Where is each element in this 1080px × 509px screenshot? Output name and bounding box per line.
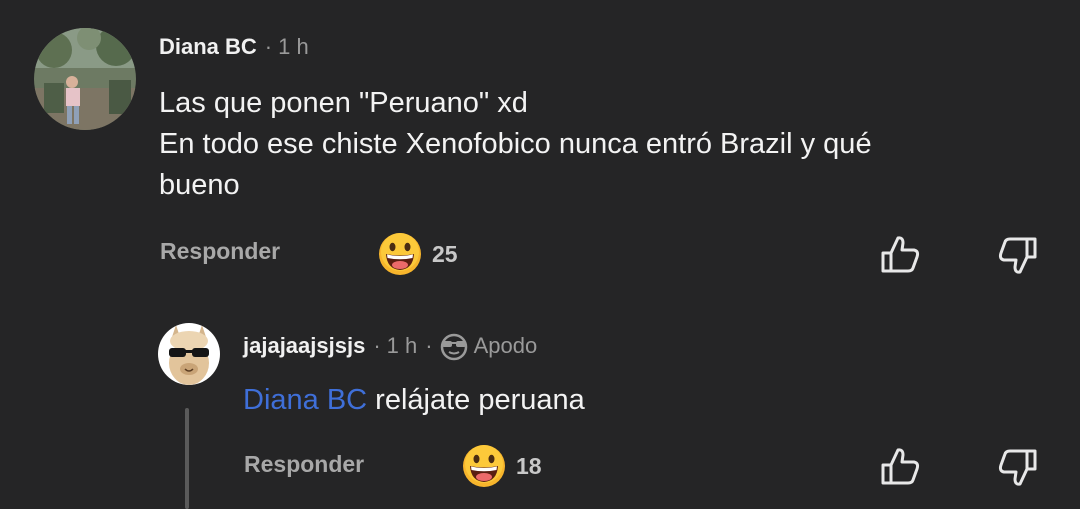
like-button[interactable] [879,445,923,494]
reaction-badge[interactable]: 25 [378,232,458,276]
comment-line: Las que ponen "Peruano" xd [159,87,528,119]
like-button[interactable] [879,233,923,282]
avatar-diana[interactable] [34,28,136,130]
comment-author[interactable]: Diana BC [159,34,257,60]
nickname-badge: Apodo [439,331,538,361]
comment-thread: Diana BC · 1 h Las que ponen "Peruano" x… [0,0,1080,509]
reply-time: 1 h [386,333,418,358]
dislike-button[interactable] [995,233,1039,282]
reply-meta: jajajaajsjsjs · 1 h · Apodo [243,331,537,361]
avatar-jajajaajsjsjs[interactable] [158,323,220,385]
reaction-count: 25 [432,240,458,267]
comment-actions: Responder [160,238,280,265]
comment-body: Las que ponen "Peruano" xd En todo ese c… [159,83,872,206]
thumbs-down-icon [998,449,1037,486]
reaction-count: 18 [516,452,542,479]
comment-line: En todo ese chiste Xenofobico nunca entr… [159,128,872,160]
reply-button[interactable]: Responder [244,451,364,478]
reply-author[interactable]: jajajaajsjsjs [243,333,365,359]
meta-separator: · [373,333,381,358]
grinning-face-emoji-icon [463,445,505,487]
reaction-badge[interactable]: 18 [462,444,542,488]
reply-text: relájate peruana [367,384,585,416]
reply-button[interactable]: Responder [160,238,280,265]
thread-line [185,408,189,509]
thumbs-up-icon [881,448,920,485]
meta-separator: · [425,333,433,358]
mention-link[interactable]: Diana BC [243,384,367,416]
thumbs-up-icon [881,236,920,273]
meta-separator: · [264,34,273,59]
comment-time: 1 h [278,34,309,59]
sunglasses-face-icon [440,333,467,361]
thumbs-down-icon [998,237,1037,274]
reply-body: Diana BC relájate peruana [243,380,585,421]
comment-meta: Diana BC · 1 h [159,34,309,60]
alpaca-avatar [158,323,220,385]
reply-actions: Responder [244,451,364,478]
grinning-face-emoji-icon [379,233,421,275]
comment-line: bueno [159,169,240,201]
dislike-button[interactable] [995,445,1039,494]
avatar-photo [34,28,136,130]
nickname-label: Apodo [473,333,538,358]
